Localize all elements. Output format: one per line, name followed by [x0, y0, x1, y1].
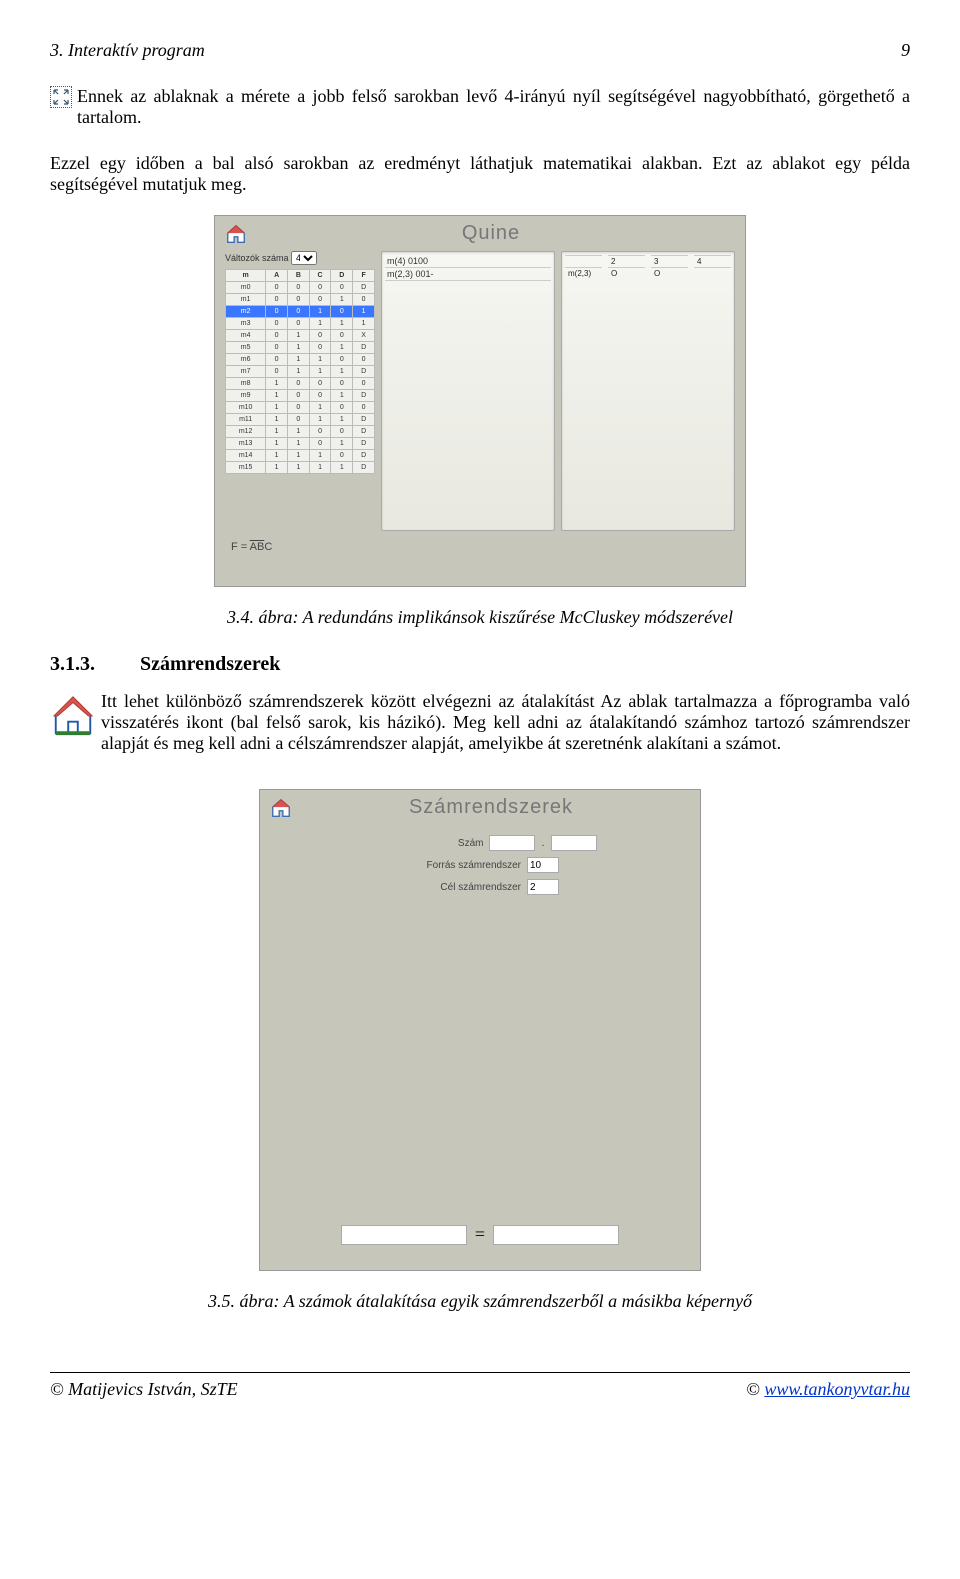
home-icon-large	[50, 691, 96, 737]
quine-title: Quine	[247, 222, 735, 245]
page-number: 9	[901, 40, 910, 61]
section-heading: 3.1.3. Számrendszerek	[50, 653, 910, 676]
decimal-dot: .	[541, 837, 544, 849]
footer-link[interactable]: www.tankonyvtar.hu	[764, 1379, 910, 1399]
paragraph-1: Ennek az ablaknak a mérete a jobb felső …	[77, 86, 910, 128]
szr-title: Számrendszerek	[292, 796, 690, 819]
label-forras: Forrás számrendszer	[401, 860, 521, 871]
section-number: 3.1.3.	[50, 653, 140, 676]
truth-table: mABCDF m00000Dm100010m200101m300111m4010…	[225, 269, 375, 474]
expand-arrows-icon	[50, 86, 72, 108]
paragraph-3: Itt lehet különböző számrendszerek közöt…	[101, 691, 910, 754]
home-icon[interactable]	[270, 797, 292, 819]
var-count-select[interactable]: 4	[291, 251, 317, 265]
implicants-panel-2: 234m(2,3)OO	[561, 251, 735, 531]
header-left: 3. Interaktív program	[50, 40, 205, 61]
input-szam-int[interactable]	[489, 835, 535, 851]
result-left[interactable]	[341, 1225, 467, 1245]
formula-overline: AB	[250, 541, 265, 553]
input-cel[interactable]	[527, 879, 559, 895]
formula-label: F =	[231, 541, 250, 553]
input-forras[interactable]	[527, 857, 559, 873]
section-title: Számrendszerek	[140, 653, 280, 676]
page-footer: © Matijevics István, SzTE © www.tankonyv…	[50, 1372, 910, 1400]
page-header: 3. Interaktív program 9	[50, 40, 910, 61]
result-right[interactable]	[493, 1225, 619, 1245]
input-szam-frac[interactable]	[551, 835, 597, 851]
footer-left: © Matijevics István, SzTE	[50, 1379, 238, 1400]
caption-3-4: 3.4. ábra: A redundáns implikánsok kiszű…	[50, 607, 910, 628]
formula-rest: C	[264, 541, 272, 553]
label-szam: Szám	[363, 838, 483, 849]
footer-right: © www.tankonyvtar.hu	[746, 1379, 910, 1400]
quine-screenshot: Quine Változók száma 4 mABCDF m00000Dm10…	[214, 215, 746, 587]
equals-sign: =	[475, 1224, 485, 1245]
caption-3-5: 3.5. ábra: A számok átalakítása egyik sz…	[50, 1291, 910, 1312]
label-cel: Cél számrendszer	[401, 882, 521, 893]
var-count-label: Változók száma	[225, 253, 289, 263]
home-icon[interactable]	[225, 223, 247, 245]
implicants-panel-1: m(4) 0100m(2,3) 001-	[381, 251, 555, 531]
szamrendszerek-screenshot: Számrendszerek Szám . Forrás számrendsze…	[259, 789, 701, 1271]
paragraph-2: Ezzel egy időben a bal alsó sarokban az …	[50, 153, 910, 195]
